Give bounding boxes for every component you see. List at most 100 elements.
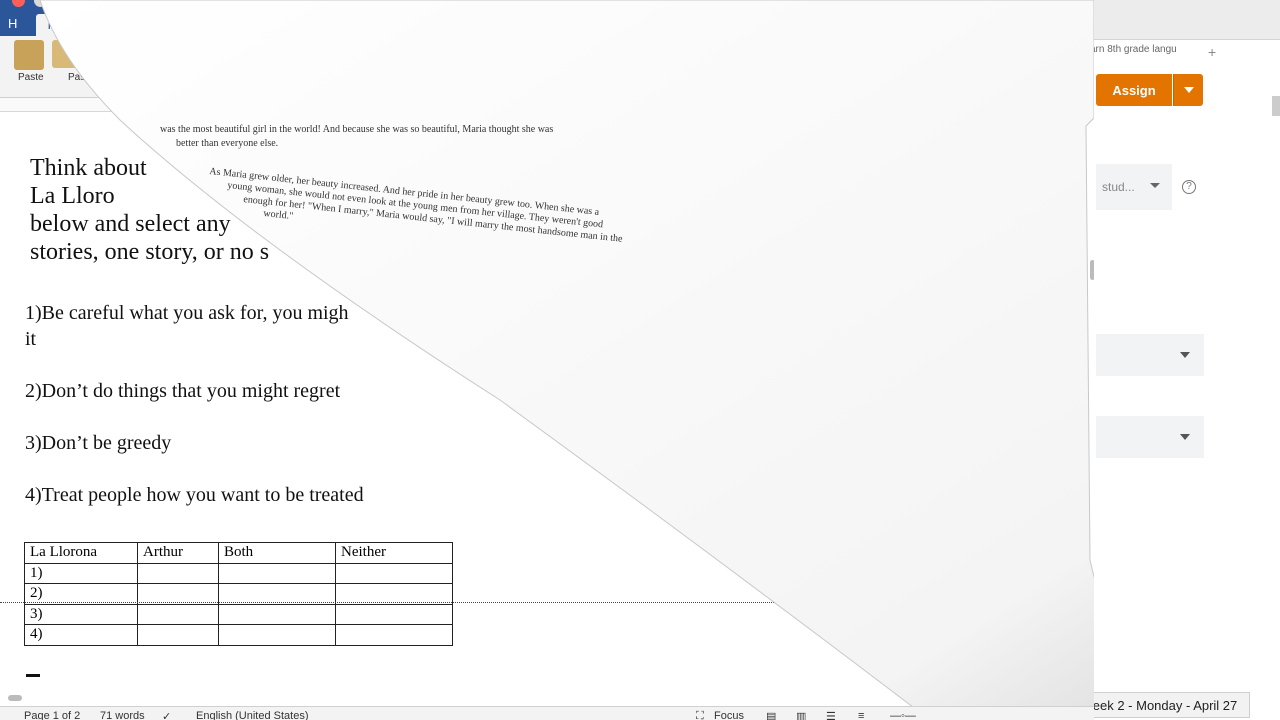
- table-header[interactable]: Arthur: [137, 542, 219, 564]
- sort-icon[interactable]: ⇅: [582, 42, 602, 62]
- tab-design[interactable]: Design: [212, 16, 252, 31]
- proofing-icon[interactable]: ✓: [162, 710, 171, 720]
- redo-icon[interactable]: ↻: [202, 0, 212, 9]
- shading-icon[interactable]: ◈: [574, 70, 596, 90]
- collapsed-panel-2[interactable]: [1096, 416, 1204, 458]
- show-formatting-icon[interactable]: ¶: [610, 42, 630, 62]
- table-cell[interactable]: [137, 624, 219, 646]
- feedback-smiley-icon[interactable]: ☺: [1058, 0, 1072, 10]
- justify-icon[interactable]: ≡: [508, 70, 530, 90]
- table-cell[interactable]: [335, 624, 453, 646]
- tab-draw[interactable]: Draw: [160, 16, 190, 31]
- tab-insert[interactable]: Insert: [104, 16, 137, 31]
- tab-references[interactable]: References: [334, 16, 400, 31]
- font-color-icon[interactable]: A: [384, 70, 406, 90]
- outline-icon[interactable]: ☰: [826, 710, 836, 720]
- tab-review[interactable]: Review: [490, 16, 533, 31]
- save-icon[interactable]: ▣: [138, 0, 149, 9]
- line-spacing-icon[interactable]: ↕: [540, 70, 562, 90]
- close-window-button[interactable]: [12, 0, 25, 7]
- table-cell[interactable]: [218, 624, 336, 646]
- vertical-scrollbar[interactable]: [1090, 260, 1094, 280]
- table-cell[interactable]: [218, 583, 336, 605]
- style-heading-2[interactable]: AaBbCc Heading 2: [885, 43, 955, 91]
- table-cell[interactable]: 1): [24, 562, 138, 584]
- help-icon[interactable]: ?: [1182, 180, 1196, 194]
- browser-scrollbar[interactable]: [1272, 96, 1280, 116]
- word-count[interactable]: 71 words: [100, 710, 145, 720]
- horizontal-ruler[interactable]: [0, 98, 1094, 112]
- student-select[interactable]: stud...: [1096, 164, 1172, 210]
- table-cell[interactable]: [218, 603, 336, 625]
- zoom-slider[interactable]: —◦—: [890, 710, 916, 720]
- minimize-window-button[interactable]: [34, 0, 47, 7]
- underline-icon[interactable]: U: [198, 70, 216, 90]
- new-tab-icon[interactable]: +: [1208, 44, 1216, 60]
- styles-more-icon[interactable]: ▶: [1027, 57, 1041, 77]
- subscript-icon[interactable]: X₂: [262, 70, 282, 90]
- tab-layout[interactable]: Layout: [274, 16, 313, 31]
- align-center-icon[interactable]: ≡: [456, 70, 478, 90]
- table-cell[interactable]: 2): [24, 583, 138, 605]
- change-case-icon[interactable]: Aa: [346, 42, 366, 62]
- undo-icon[interactable]: ↶: [166, 0, 176, 9]
- document-page[interactable]: Think about La Lloro below and select an…: [0, 112, 1094, 692]
- print-icon[interactable]: ⎙: [230, 0, 240, 10]
- focus-icon[interactable]: ⛶: [696, 710, 704, 720]
- align-right-icon[interactable]: ≡: [482, 70, 504, 90]
- assign-button[interactable]: Assign: [1096, 74, 1172, 106]
- answer-table[interactable]: La Llorona Arthur Both Neither 1) 2) 3) …: [24, 542, 453, 646]
- bold-icon[interactable]: B: [150, 70, 168, 90]
- paste-special-icon[interactable]: [52, 40, 80, 68]
- table-cell[interactable]: [335, 583, 453, 605]
- borders-icon[interactable]: ▦: [610, 70, 632, 90]
- highlight-icon[interactable]: ✎: [350, 70, 372, 90]
- table-cell[interactable]: 3): [24, 603, 138, 625]
- shrink-font-icon[interactable]: A⁻: [312, 42, 332, 62]
- bullets-icon[interactable]: ☰: [420, 42, 442, 62]
- table-cell[interactable]: 4): [24, 624, 138, 646]
- style-title[interactable]: AaB Title: [957, 41, 1023, 91]
- align-left-icon[interactable]: ≡: [430, 70, 452, 90]
- home-icon[interactable]: ⌂: [110, 0, 117, 9]
- paste-clipboard-icon[interactable]: [14, 40, 44, 70]
- tab-home[interactable]: Home: [36, 14, 94, 36]
- italic-icon[interactable]: I: [174, 70, 192, 90]
- clear-formatting-icon[interactable]: ⌫: [380, 42, 400, 62]
- page-count[interactable]: Page 1 of 2: [24, 710, 80, 720]
- language-indicator[interactable]: English (United States): [196, 710, 309, 720]
- strikethrough-icon[interactable]: abc: [232, 70, 256, 90]
- print-layout-icon[interactable]: ▤: [766, 710, 776, 720]
- table-cell[interactable]: [218, 562, 336, 584]
- search-input[interactable]: Search in Document: [856, 0, 1048, 10]
- web-layout-icon[interactable]: ▥: [796, 710, 806, 720]
- table-cell[interactable]: [335, 603, 453, 625]
- cut-icon[interactable]: ✂: [92, 38, 112, 58]
- numbering-icon[interactable]: ☷: [452, 42, 474, 62]
- tab-view[interactable]: View: [552, 16, 580, 31]
- style-normal[interactable]: AaBbCcDdEe Normal: [679, 43, 747, 91]
- table-cell[interactable]: [137, 583, 219, 605]
- table-header[interactable]: Neither: [335, 542, 453, 564]
- format-painter-icon[interactable]: ✎: [108, 80, 128, 100]
- collapsed-panel-1[interactable]: [1096, 334, 1204, 376]
- draft-icon[interactable]: ≡: [858, 710, 864, 720]
- table-header[interactable]: La Llorona: [24, 542, 138, 564]
- styles-pane-button[interactable]: Styles Pane: [1048, 42, 1092, 86]
- grow-font-icon[interactable]: A⁺: [288, 42, 308, 62]
- file-tab-stub[interactable]: H: [8, 16, 17, 31]
- table-cell[interactable]: [335, 562, 453, 584]
- zoom-window-button[interactable]: [56, 0, 69, 7]
- font-size-select[interactable]: 14: [236, 42, 282, 62]
- focus-button[interactable]: Focus: [714, 710, 744, 720]
- style-heading-1[interactable]: AaBbC Heading 1: [817, 43, 879, 91]
- font-name-select[interactable]: Garamond: [132, 42, 230, 62]
- decrease-indent-icon[interactable]: ⇤: [526, 42, 546, 62]
- horizontal-scrollbar[interactable]: [8, 695, 22, 701]
- superscript-icon[interactable]: X²: [286, 70, 306, 90]
- text-effects-icon[interactable]: A: [318, 70, 340, 90]
- table-cell[interactable]: [137, 562, 219, 584]
- table-header[interactable]: Both: [218, 542, 336, 564]
- increase-indent-icon[interactable]: ⇥: [552, 42, 572, 62]
- style-no-spacing[interactable]: AaBbCcDdEe No Spacing: [749, 43, 813, 91]
